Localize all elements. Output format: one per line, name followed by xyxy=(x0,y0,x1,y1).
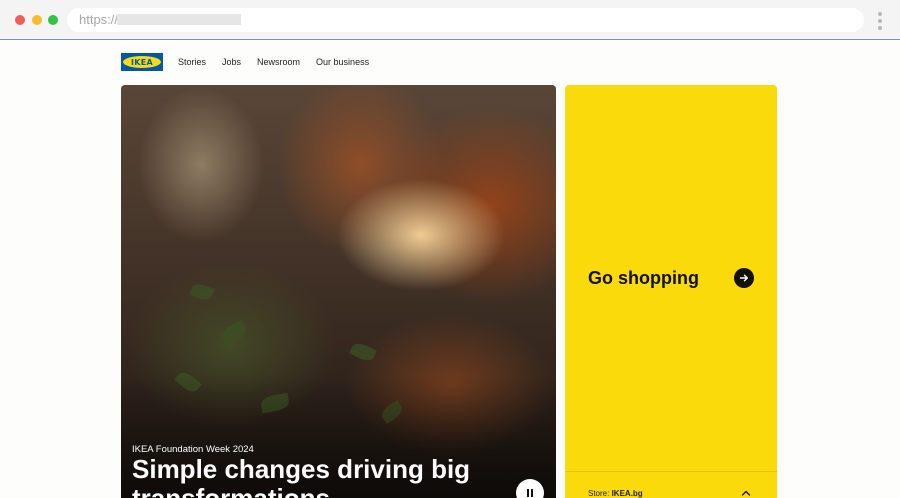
address-bar[interactable]: https:// xyxy=(67,8,864,32)
pause-icon xyxy=(527,489,533,497)
go-shopping-arrow-button[interactable] xyxy=(734,268,754,288)
chevron-up-icon[interactable] xyxy=(741,489,751,497)
store-name: IKEA.bg xyxy=(611,489,643,498)
hero-image-detail xyxy=(349,340,377,364)
store-prefix: Store: xyxy=(588,489,612,498)
go-shopping-panel[interactable]: Go shopping Store: IKEA.bg xyxy=(565,85,777,498)
nav-item-stories[interactable]: Stories xyxy=(178,57,206,67)
browser-chrome: https:// xyxy=(0,0,900,40)
nav-item-our-business[interactable]: Our business xyxy=(316,57,369,67)
maximize-window-button[interactable] xyxy=(48,15,58,25)
main-nav: Stories Jobs Newsroom Our business xyxy=(178,57,385,67)
go-shopping-label[interactable]: Go shopping xyxy=(588,268,699,289)
minimize-window-button[interactable] xyxy=(32,15,42,25)
url-scheme: https:// xyxy=(79,12,119,27)
url-redacted xyxy=(117,14,241,25)
arrow-right-icon xyxy=(739,274,748,282)
browser-menu-icon[interactable] xyxy=(877,12,883,30)
hero-image-detail xyxy=(189,281,215,303)
store-selector[interactable]: Store: IKEA.bg xyxy=(588,489,643,498)
hero-title[interactable]: Simple changes driving big transformatio… xyxy=(132,455,512,498)
nav-item-jobs[interactable]: Jobs xyxy=(222,57,241,67)
panel-divider xyxy=(565,471,777,472)
close-window-button[interactable] xyxy=(15,15,25,25)
nav-item-newsroom[interactable]: Newsroom xyxy=(257,57,300,67)
logo-text: IKEA xyxy=(130,57,154,67)
hero-video[interactable]: IKEA Foundation Week 2024 Simple changes… xyxy=(121,85,556,498)
page: IKEA Stories Jobs Newsroom Our business … xyxy=(0,41,900,498)
ikea-logo[interactable]: IKEA xyxy=(121,53,163,71)
hero-image-detail xyxy=(218,319,250,347)
